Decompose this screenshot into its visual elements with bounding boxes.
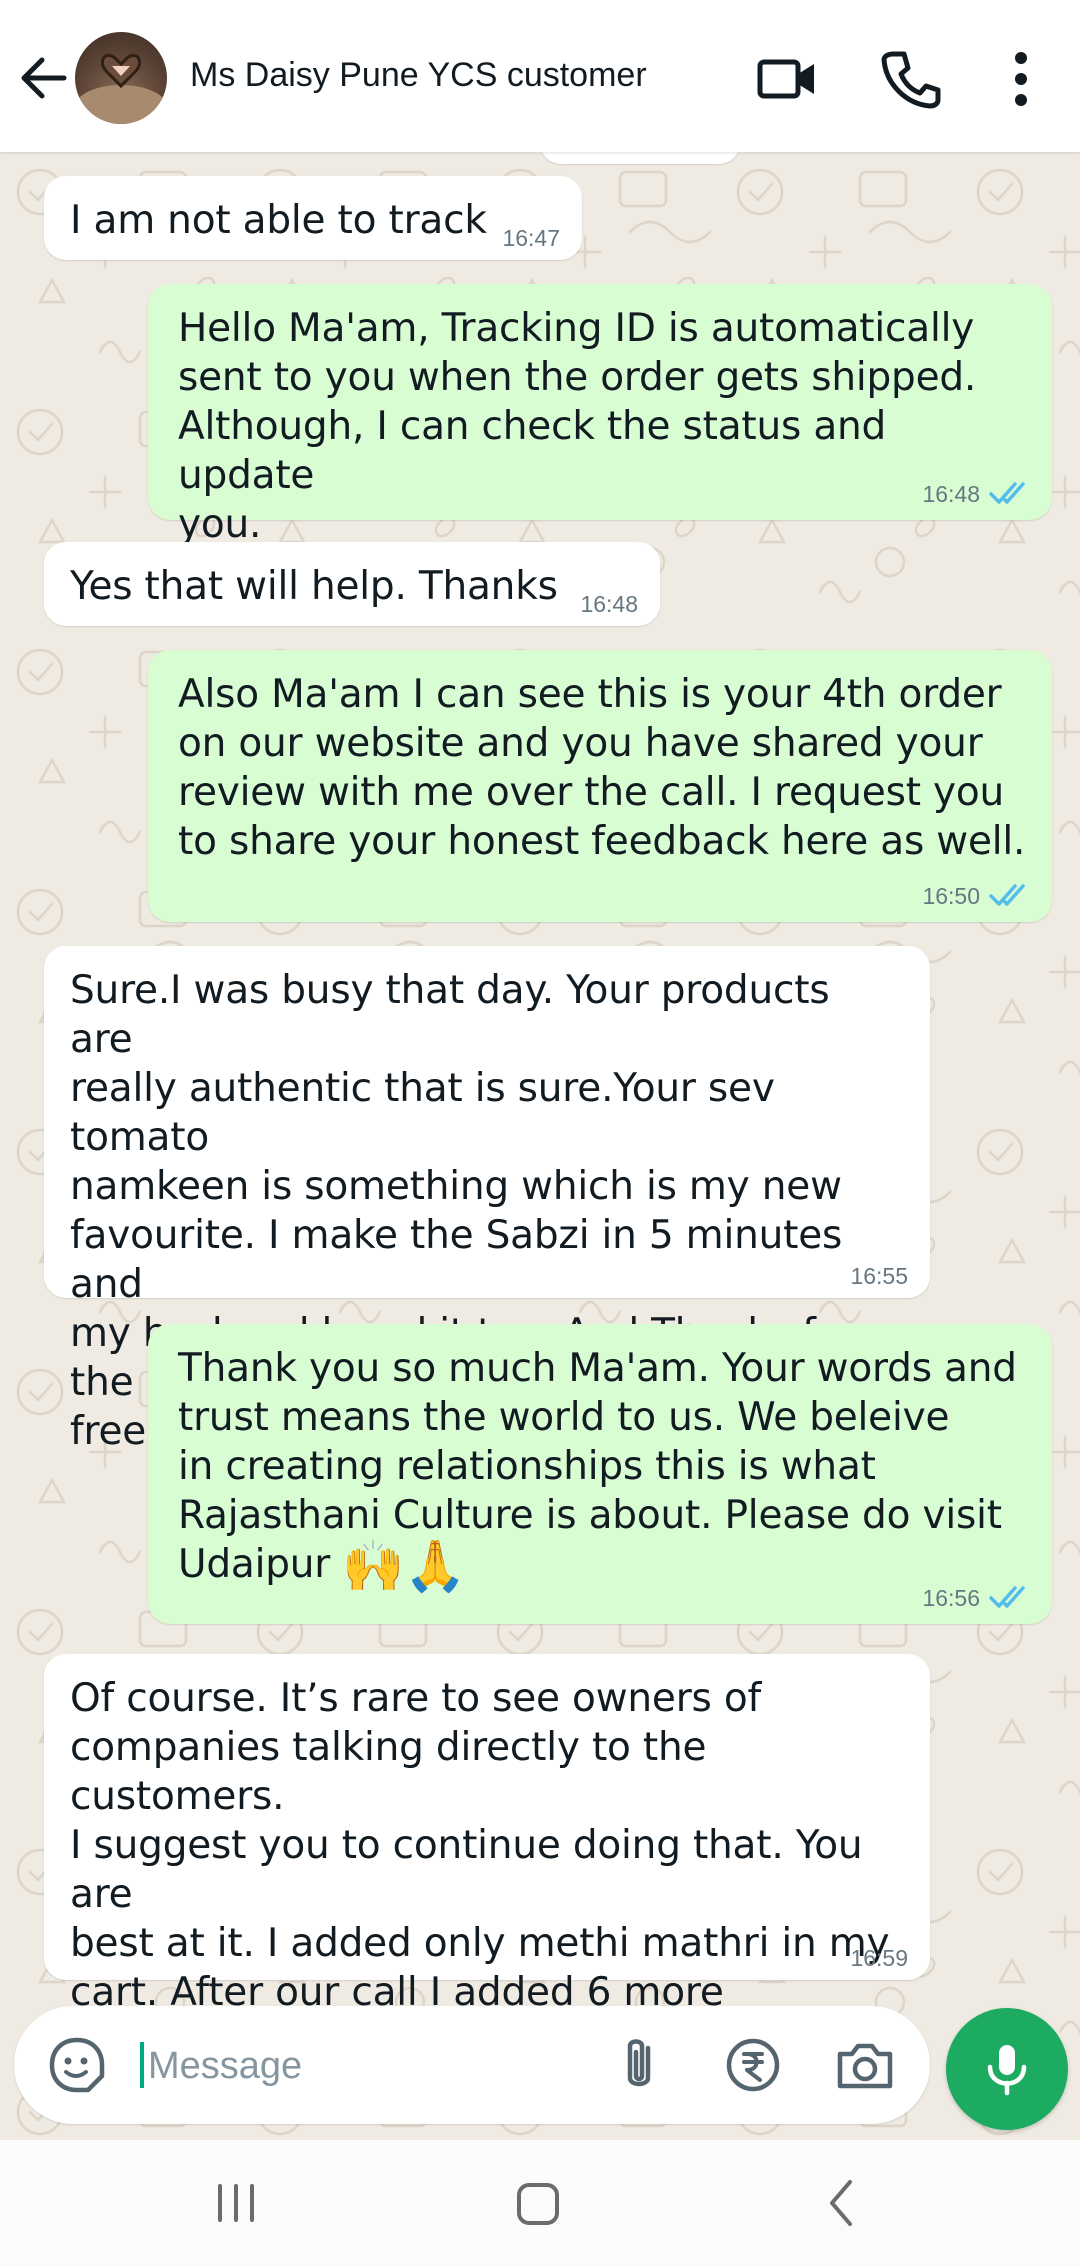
- message-time: 16:47: [502, 225, 560, 251]
- more-options-icon[interactable]: [986, 44, 1056, 114]
- chat-header: Ms Daisy Pune YCS customer: [0, 0, 1080, 152]
- message-time: 16:59: [850, 1945, 908, 1971]
- message-bubble-incoming[interactable]: Yes that will help. Thanks 16:48: [44, 542, 660, 626]
- message-text: Thank you so much Ma'am. Your words and …: [178, 1344, 1026, 1591]
- read-receipt-icon: [989, 1586, 1025, 1608]
- message-bubble-partial: [540, 152, 740, 164]
- rupee-payment-icon[interactable]: [720, 2032, 786, 2098]
- message-time: 16:55: [850, 1263, 908, 1289]
- text-cursor: [140, 2042, 144, 2088]
- contact-name[interactable]: Ms Daisy Pune YCS customer: [190, 56, 647, 95]
- message-bubble-incoming[interactable]: Sure.I was busy that day. Your products …: [44, 946, 930, 1458]
- mic-button[interactable]: [946, 2008, 1068, 2130]
- attach-icon[interactable]: [606, 2032, 672, 2098]
- message-input[interactable]: [146, 2036, 590, 2096]
- message-time: 16:50: [922, 883, 980, 909]
- read-receipt-icon: [989, 884, 1025, 906]
- system-nav-bar: [0, 2140, 1080, 2266]
- message-bubble-outgoing[interactable]: Thank you so much Ma'am. Your words and …: [148, 1324, 1052, 1624]
- message-time: 16:56: [922, 1585, 980, 1611]
- message-text: Hello Ma'am, Tracking ID is automaticall…: [178, 306, 977, 547]
- message-bubble-outgoing[interactable]: Also Ma'am I can see this is your 4th or…: [148, 650, 1052, 922]
- home-icon[interactable]: [498, 2170, 578, 2236]
- sticker-icon[interactable]: [44, 2032, 110, 2098]
- message-bubble-incoming[interactable]: Of course. It’s rare to see owners of co…: [44, 1654, 930, 2113]
- avatar[interactable]: [75, 32, 167, 124]
- raised-hands-folded-hands-emoji: 🙌🙏: [342, 1537, 467, 1595]
- message-time: 16:48: [580, 591, 638, 617]
- message-composer: [14, 2006, 930, 2124]
- read-receipt-icon: [989, 482, 1025, 504]
- message-text: Yes that will help. Thanks: [70, 564, 558, 609]
- recent-apps-icon[interactable]: [196, 2170, 276, 2236]
- message-text: Also Ma'am I can see this is your 4th or…: [178, 672, 1026, 864]
- chat-area[interactable]: I am not able to track 16:47 Hello Ma'am…: [0, 152, 1080, 2140]
- message-text: I am not able to track: [70, 198, 487, 243]
- video-call-icon[interactable]: [752, 44, 822, 114]
- back-icon[interactable]: [802, 2170, 882, 2236]
- message-text-body: Thank you so much Ma'am. Your words and …: [178, 1346, 1017, 1587]
- camera-icon[interactable]: [832, 2032, 898, 2098]
- message-bubble-outgoing[interactable]: Hello Ma'am, Tracking ID is automaticall…: [148, 284, 1052, 547]
- mic-icon: [987, 2045, 1027, 2096]
- message-bubble-incoming[interactable]: I am not able to track 16:47: [44, 176, 582, 260]
- message-time: 16:48: [922, 481, 980, 507]
- voice-call-icon[interactable]: [876, 44, 946, 114]
- back-arrow-icon[interactable]: [14, 48, 74, 108]
